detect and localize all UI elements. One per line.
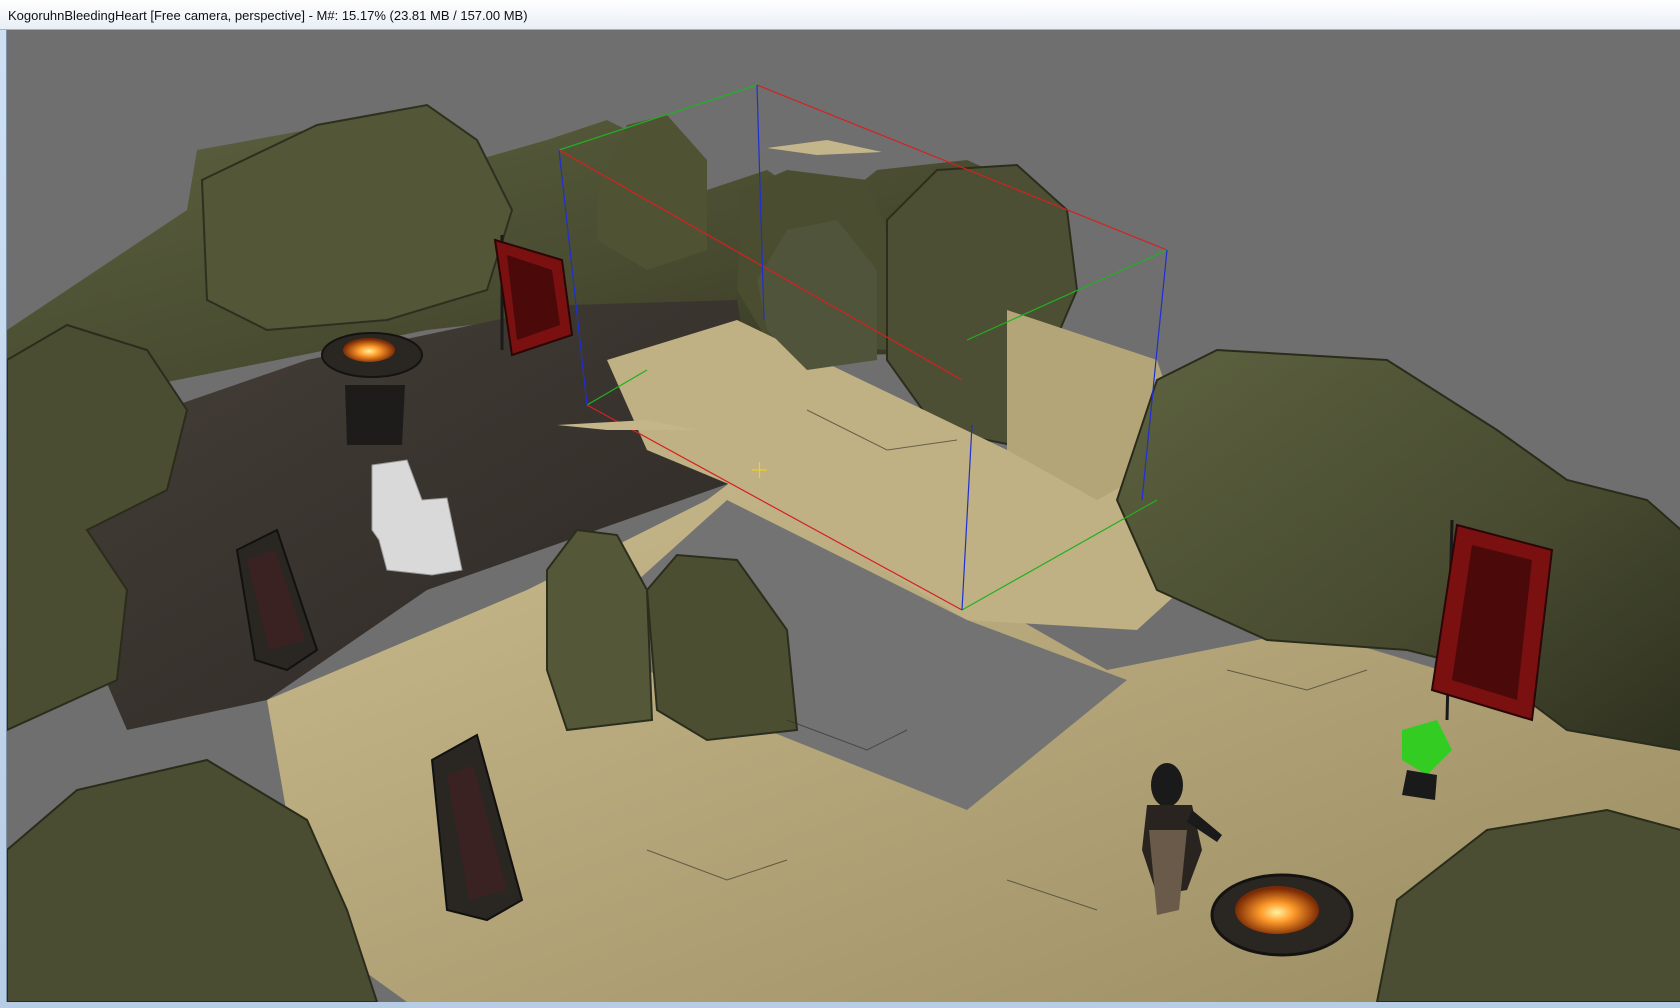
- banner-right[interactable]: [1430, 519, 1554, 722]
- window-bottom-border: [0, 1002, 1680, 1008]
- rock-top-left[interactable]: [200, 103, 514, 332]
- editor-window: KogoruhnBleedingHeart [Free camera, pers…: [0, 0, 1680, 1008]
- brazier-bottom[interactable]: [1210, 873, 1354, 957]
- floating-plane[interactable]: [767, 140, 882, 155]
- 3d-viewport[interactable]: [6, 30, 1680, 1002]
- title-bar[interactable]: KogoruhnBleedingHeart [Free camera, pers…: [0, 0, 1680, 30]
- window-title: KogoruhnBleedingHeart [Free camera, pers…: [8, 8, 528, 23]
